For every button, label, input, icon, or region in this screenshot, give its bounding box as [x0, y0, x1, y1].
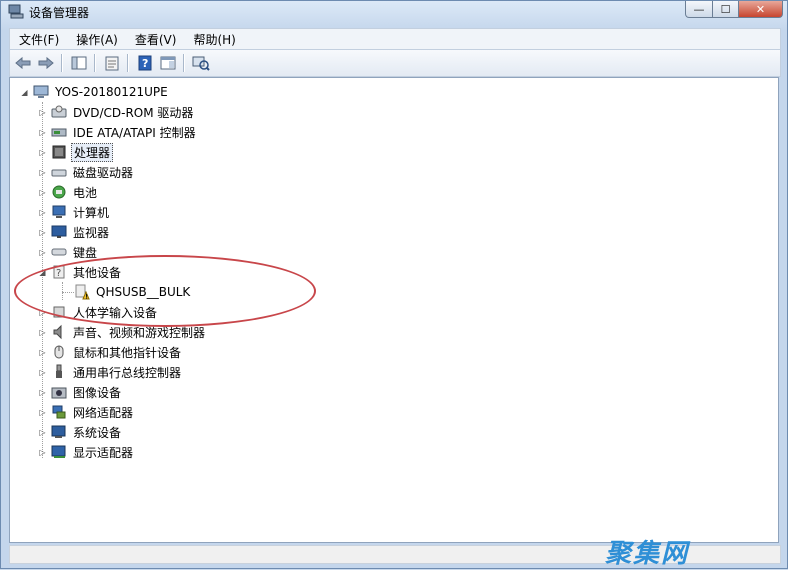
- title-bar[interactable]: 设备管理器 — ☐ ✕: [1, 1, 787, 23]
- menu-help[interactable]: 帮助(H): [184, 31, 243, 48]
- tree-node-computer[interactable]: ▷ 计算机: [38, 202, 111, 222]
- tree-node-system[interactable]: ▷ 系统设备: [38, 422, 123, 442]
- tree-node-ide[interactable]: ▷ IDE ATA/ATAPI 控制器: [38, 122, 198, 142]
- tree-node-label-selected: 处理器: [71, 142, 114, 162]
- expand-icon[interactable]: ▷: [38, 148, 47, 157]
- minimize-button[interactable]: —: [685, 1, 713, 18]
- tree-node-label: 键盘: [73, 245, 98, 260]
- menu-file[interactable]: 文件(F): [10, 31, 67, 48]
- usb-icon: [51, 364, 67, 380]
- tree-node-label: 网络适配器: [73, 405, 134, 420]
- tree-node-disk[interactable]: ▷ 磁盘驱动器: [38, 162, 135, 182]
- menu-action[interactable]: 操作(A): [67, 31, 126, 48]
- network-adapter-icon: [51, 404, 67, 420]
- tree-node-label: 系统设备: [73, 425, 122, 440]
- expand-icon[interactable]: ▷: [38, 408, 47, 417]
- tree-node-label: 通用串行总线控制器: [73, 365, 182, 380]
- toolbar: ?: [9, 49, 781, 77]
- tree-node-label: 磁盘驱动器: [73, 165, 134, 180]
- display-adapter-icon: [51, 444, 67, 460]
- tree-node-dvd[interactable]: ▷ DVD/CD-ROM 驱动器: [38, 102, 195, 122]
- show-hide-action-pane-icon[interactable]: [158, 53, 178, 73]
- forward-icon[interactable]: [36, 53, 56, 73]
- scan-hardware-changes-icon[interactable]: [191, 53, 211, 73]
- expand-icon[interactable]: ▷: [38, 248, 47, 257]
- tree-root[interactable]: ◢ YOS-20180121UPE: [20, 82, 170, 102]
- tree-node-label: 显示适配器: [73, 445, 134, 460]
- expand-icon[interactable]: ▷: [38, 208, 47, 217]
- tree-node-usb[interactable]: ▷ 通用串行总线控制器: [38, 362, 183, 382]
- expand-icon[interactable]: ▷: [38, 448, 47, 457]
- monitor-icon: [51, 224, 67, 240]
- watermark-bottom: 聚集网: [605, 539, 690, 569]
- battery-icon: [51, 184, 67, 200]
- tree-node-mouse[interactable]: ▷ 鼠标和其他指针设备: [38, 342, 183, 362]
- tree-node-display[interactable]: ▷ 显示适配器: [38, 442, 135, 462]
- menu-bar: 文件(F) 操作(A) 查看(V) 帮助(H): [9, 28, 781, 49]
- properties-icon[interactable]: [102, 53, 122, 73]
- expand-icon[interactable]: ▷: [38, 348, 47, 357]
- tree-node-battery[interactable]: ▷ 电池: [38, 182, 99, 202]
- dvd-drive-icon: [51, 104, 67, 120]
- tree-node-label: 电池: [73, 185, 98, 200]
- menu-view[interactable]: 查看(V): [126, 31, 185, 48]
- camera-icon: [51, 384, 67, 400]
- expand-icon[interactable]: ▷: [38, 228, 47, 237]
- toolbar-divider: [61, 54, 63, 72]
- toolbar-divider: [183, 54, 185, 72]
- ide-controller-icon: [51, 124, 67, 140]
- system-device-icon: [51, 424, 67, 440]
- expand-icon[interactable]: ▷: [38, 168, 47, 177]
- window-title: 设备管理器: [29, 6, 90, 20]
- device-manager-window: 设备管理器 — ☐ ✕ 文件(F) 操作(A) 查看(V) 帮助(H) ? ◢ …: [0, 0, 788, 569]
- collapse-icon[interactable]: ◢: [20, 88, 29, 97]
- expand-icon[interactable]: ▷: [38, 388, 47, 397]
- toolbar-divider: [94, 54, 96, 72]
- mouse-icon: [51, 344, 67, 360]
- tree-node-label: DVD/CD-ROM 驱动器: [73, 105, 194, 120]
- tree-node-label: 鼠标和其他指针设备: [73, 345, 182, 360]
- tree-node-label: IDE ATA/ATAPI 控制器: [73, 125, 196, 140]
- tree-node-monitor[interactable]: ▷ 监视器: [38, 222, 111, 242]
- expand-icon[interactable]: ▷: [38, 108, 47, 117]
- back-icon[interactable]: [13, 53, 33, 73]
- sound-icon: [51, 324, 67, 340]
- computer-icon: [51, 204, 67, 220]
- disk-drive-icon: [51, 164, 67, 180]
- expand-icon[interactable]: ▷: [38, 328, 47, 337]
- device-manager-app-icon: [8, 4, 24, 19]
- tree-node-label: 计算机: [73, 205, 110, 220]
- expand-icon[interactable]: ▷: [38, 188, 47, 197]
- expand-icon[interactable]: ▷: [38, 428, 47, 437]
- processor-icon: [51, 144, 67, 160]
- keyboard-icon: [51, 244, 67, 260]
- red-annotation-ellipse: [14, 255, 316, 327]
- svg-text:?: ?: [142, 57, 148, 70]
- tree-node-label: 图像设备: [73, 385, 122, 400]
- computer-root-icon: [33, 84, 49, 100]
- help-icon[interactable]: ?: [135, 53, 155, 73]
- tree-node-imaging[interactable]: ▷ 图像设备: [38, 382, 123, 402]
- tree-node-label: 监视器: [73, 225, 110, 240]
- tree-node-network[interactable]: ▷ 网络适配器: [38, 402, 135, 422]
- expand-icon[interactable]: ▷: [38, 128, 47, 137]
- tree-node-processor[interactable]: ▷ 处理器: [38, 142, 114, 162]
- expand-icon[interactable]: ▷: [38, 368, 47, 377]
- show-hide-console-tree-icon[interactable]: [69, 53, 89, 73]
- maximize-button[interactable]: ☐: [713, 1, 739, 18]
- close-button[interactable]: ✕: [739, 1, 783, 18]
- toolbar-divider: [127, 54, 129, 72]
- tree-root-label: YOS-20180121UPE: [55, 85, 168, 99]
